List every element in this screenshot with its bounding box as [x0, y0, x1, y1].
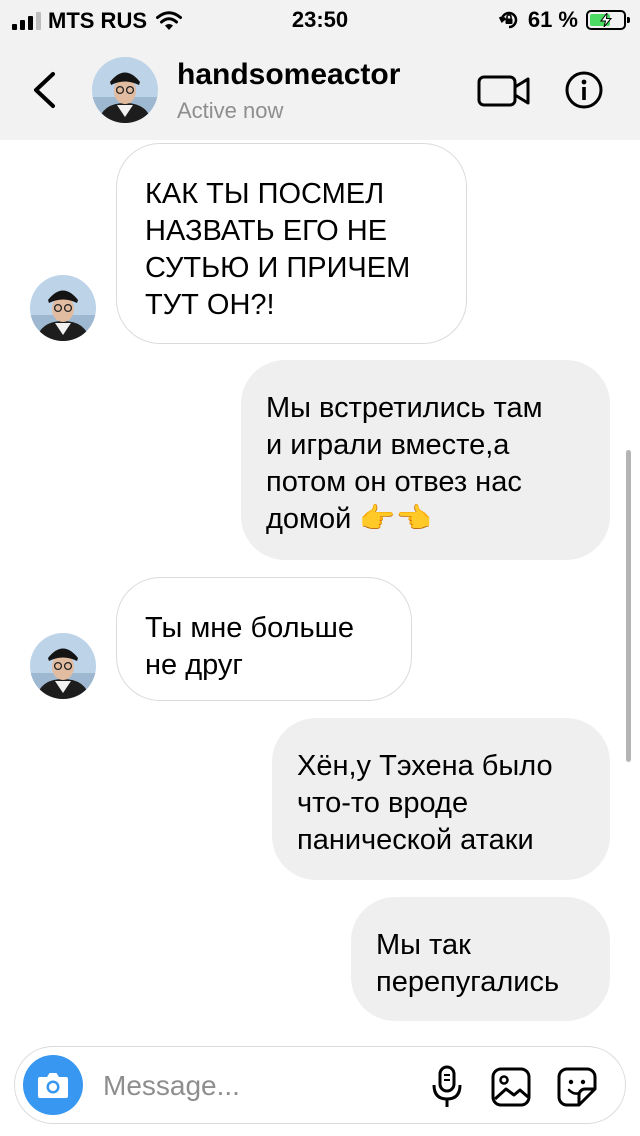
gallery-icon[interactable] [489, 1065, 533, 1109]
message-line: домой 👉👈 [266, 503, 432, 535]
sticker-icon[interactable] [555, 1065, 599, 1109]
incoming-message-bubble[interactable]: КАК ТЫ ПОСМЕЛ НАЗВАТЬ ЕГО НЕ СУТЬЮ И ПРИ… [116, 143, 467, 344]
back-chevron-icon[interactable] [26, 68, 66, 112]
microphone-icon[interactable] [425, 1063, 469, 1111]
avatar[interactable] [30, 633, 96, 699]
message-line: панической атаки [297, 824, 534, 856]
message-line: не друг [145, 649, 244, 681]
message-line: потом он отвез нас [266, 466, 522, 498]
message-line: Мы встретились там [266, 392, 543, 424]
message-line: СУТЬЮ И ПРИЧЕМ [145, 252, 411, 284]
camera-icon [38, 1073, 68, 1098]
message-line: перепугались [376, 966, 560, 998]
incoming-message-bubble[interactable]: Ты мне больше не друг [116, 577, 412, 701]
chat-header: handsomeactor Active now [0, 40, 640, 140]
outgoing-message-bubble[interactable]: Хён,у Тэхена было что-то вроде паническо… [272, 718, 610, 880]
message-line: Хён,у Тэхена было [297, 750, 553, 782]
message-line: и играли вместе,а [266, 429, 510, 461]
status-bar: MTS RUS 23:50 61 % [0, 0, 640, 40]
battery-charging-icon [586, 10, 630, 30]
info-icon[interactable] [564, 70, 604, 110]
message-line: Мы так [376, 929, 471, 961]
orientation-lock-icon [498, 11, 518, 29]
message-line: Ты мне больше [145, 612, 355, 644]
scrollbar[interactable] [626, 450, 631, 762]
avatar[interactable] [30, 275, 96, 341]
video-call-icon[interactable] [476, 70, 532, 110]
message-thread[interactable]: КАК ТЫ ПОСМЕЛ НАЗВАТЬ ЕГО НЕ СУТЬЮ И ПРИ… [0, 140, 640, 1040]
charging-bolt-icon [600, 13, 612, 27]
message-input[interactable] [103, 1069, 403, 1103]
status-bar-right: 61 % [498, 7, 630, 33]
message-line: ТУТ ОН?! [145, 289, 275, 321]
message-line: что-то вроде [297, 787, 469, 819]
message-composer [14, 1046, 626, 1124]
chat-username[interactable]: handsomeactor [177, 58, 400, 92]
battery-percentage: 61 % [527, 7, 578, 32]
outgoing-message-bubble[interactable]: Мы так перепугались [351, 897, 610, 1021]
outgoing-message-bubble[interactable]: Мы встретились там и играли вместе,а пот… [241, 360, 610, 560]
camera-button[interactable] [23, 1055, 83, 1115]
active-status: Active now [177, 98, 284, 123]
message-line: КАК ТЫ ПОСМЕЛ [145, 178, 385, 210]
message-line: НАЗВАТЬ ЕГО НЕ [145, 215, 388, 247]
avatar[interactable] [92, 57, 158, 123]
